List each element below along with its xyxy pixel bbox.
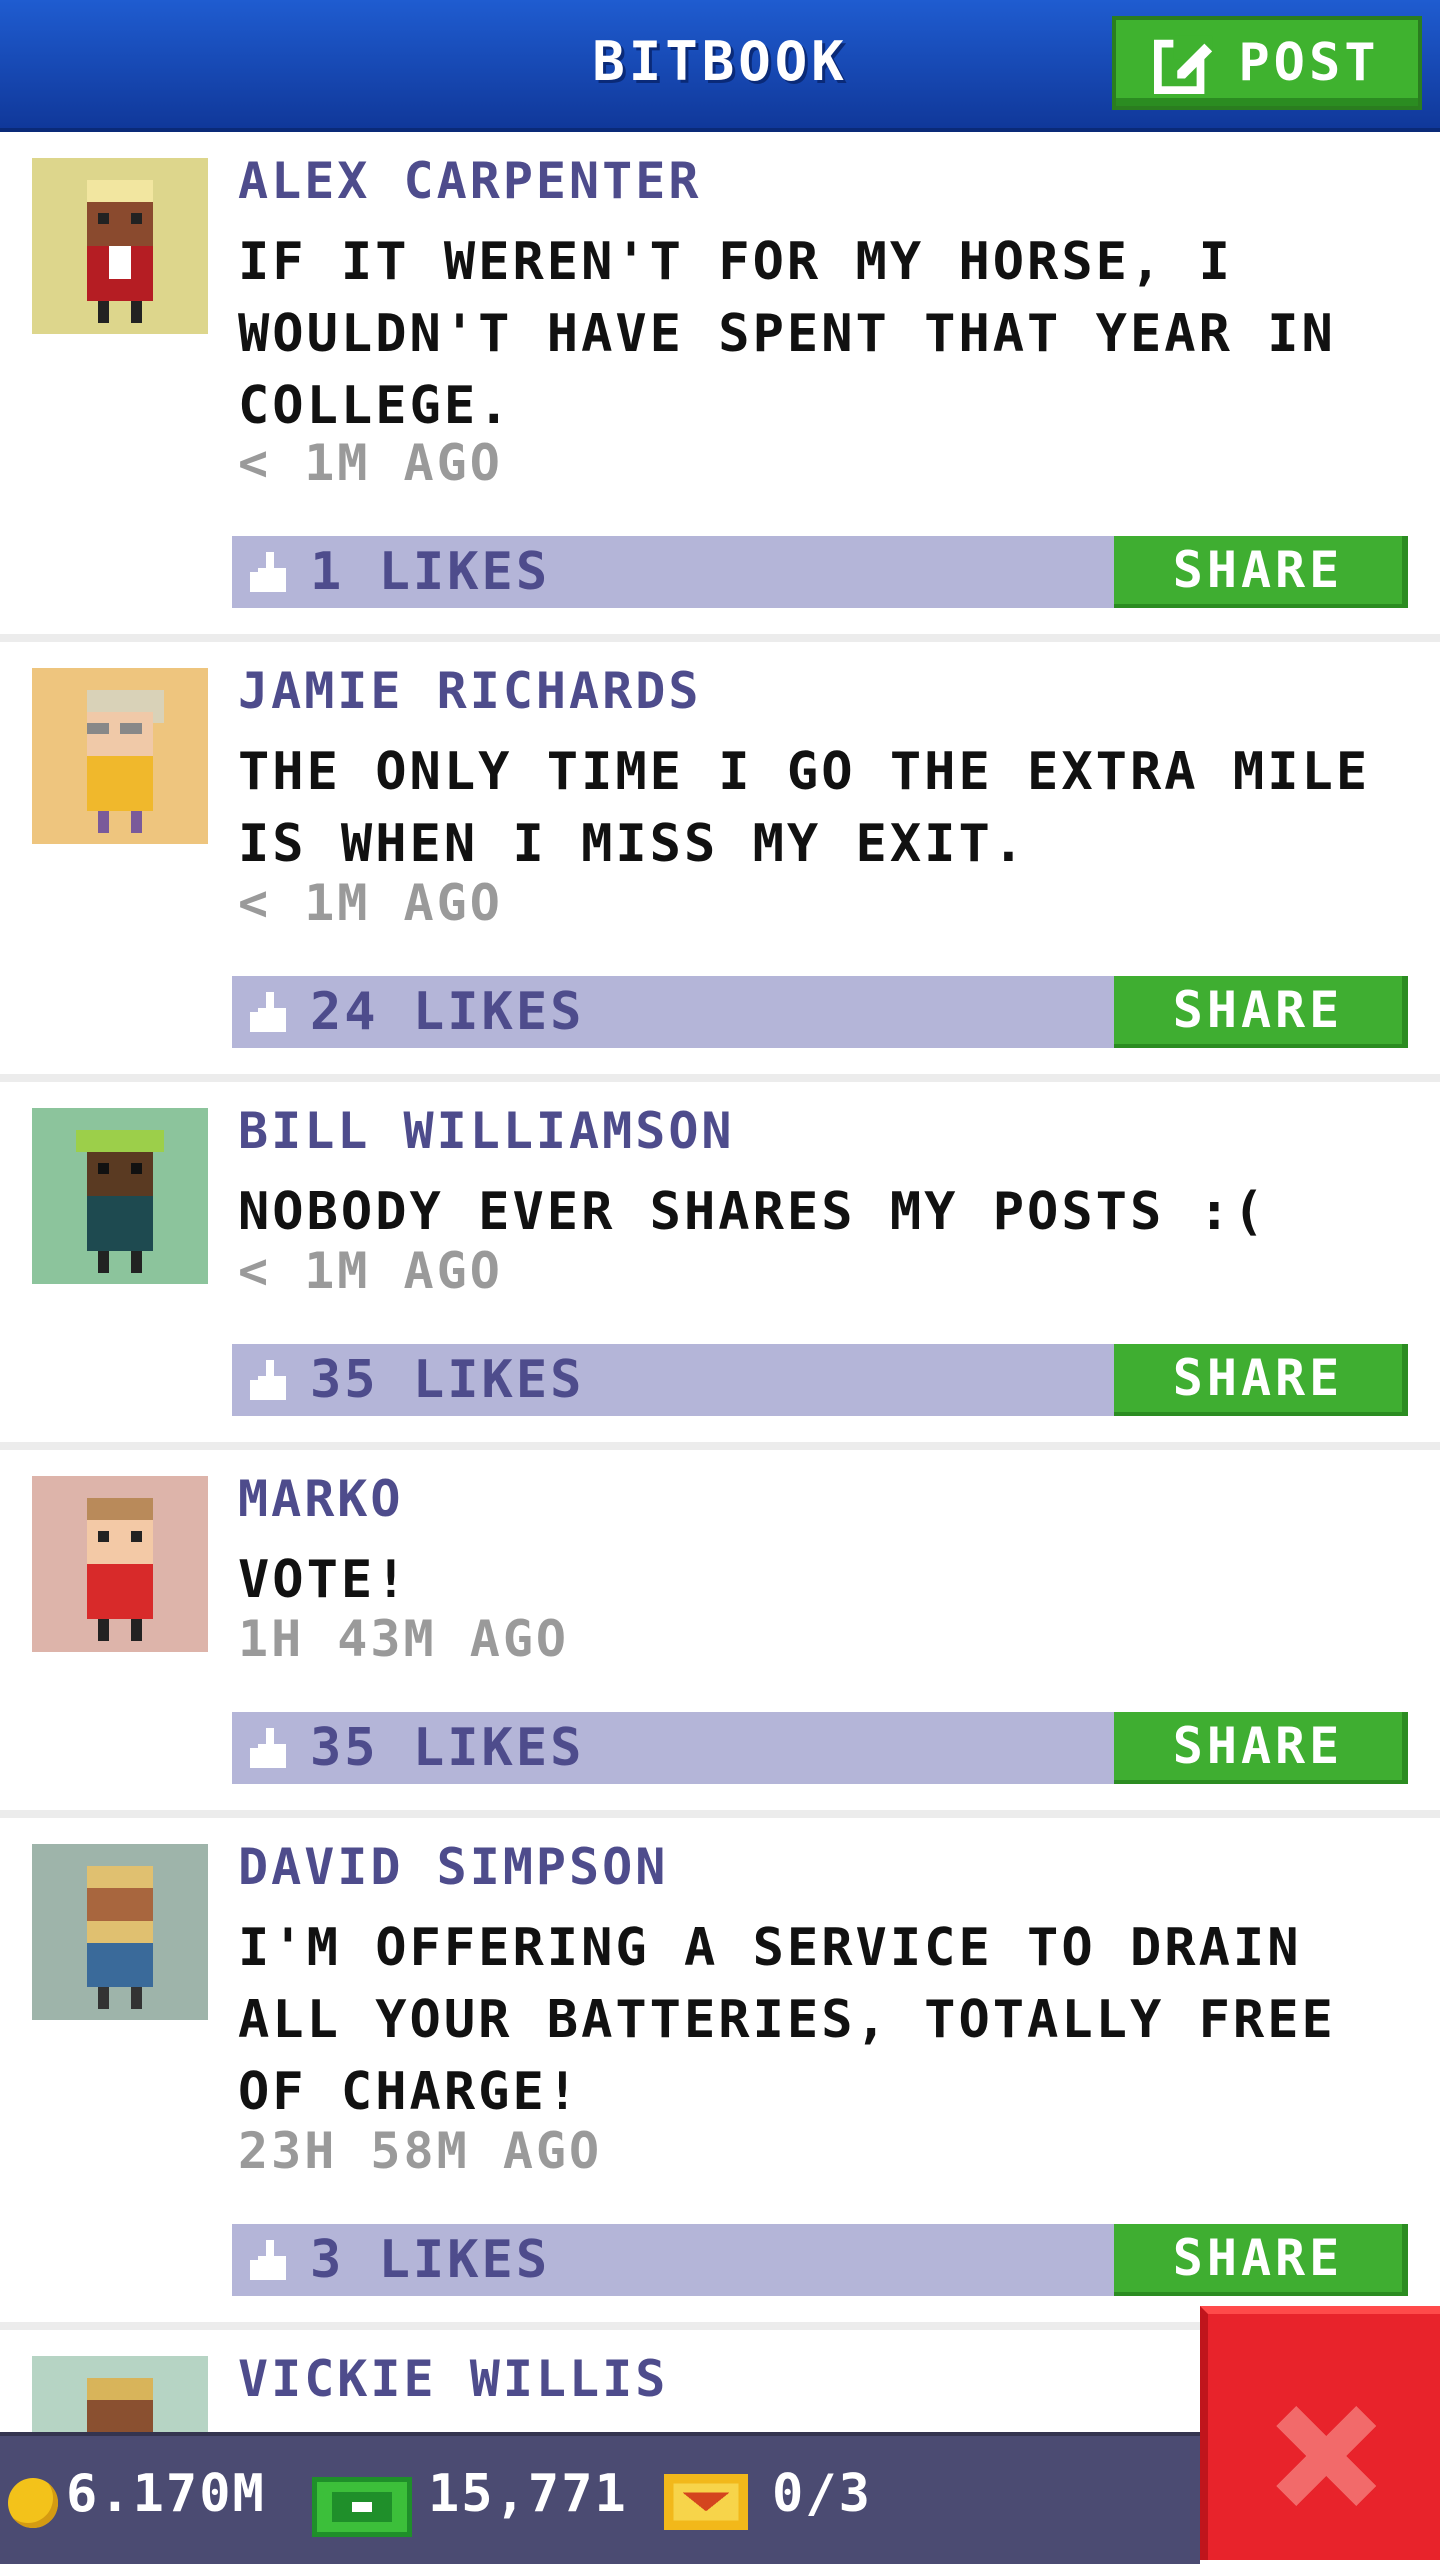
thumbs-up-icon [250,992,286,1032]
close-button[interactable] [1200,2306,1440,2560]
like-bar[interactable]: 35 LIKES SHARE [232,1344,1408,1416]
post-timestamp: 1H 43M AGO [238,1610,570,1668]
post-author[interactable]: MARKO [238,1470,404,1528]
avatar[interactable] [32,1476,208,1652]
coin-icon [8,2478,58,2528]
thumbs-up-icon [250,552,286,592]
post-timestamp: < 1M AGO [238,434,503,492]
post-timestamp: < 1M AGO [238,874,503,932]
like-count: 35 LIKES [310,1350,585,1410]
like-bar[interactable]: 3 LIKES SHARE [232,2224,1408,2296]
post-timestamp: 23H 58M AGO [238,2122,603,2180]
compose-icon [1154,35,1213,94]
post-author[interactable]: VICKIE WILLIS [238,2350,668,2408]
like-count: 3 LIKES [310,2230,551,2290]
post-timestamp: < 1M AGO [238,1242,503,1300]
post-button-label: POST [1238,33,1380,93]
like-count: 24 LIKES [310,982,585,1042]
thumbs-up-icon [250,2240,286,2280]
bux-count: 15,771 [428,2464,628,2524]
post-author[interactable]: DAVID SIMPSON [238,1838,668,1896]
avatar[interactable] [32,1108,208,1284]
share-button[interactable]: SHARE [1114,976,1408,1048]
avatar[interactable] [32,158,208,334]
post-message: I'M OFFERING A SERVICE TO DRAIN ALL YOUR… [238,1918,1336,2122]
post-message: NOBODY EVER SHARES MY POSTS :( [238,1182,1268,1242]
like-bar[interactable]: 35 LIKES SHARE [232,1712,1408,1784]
thumbs-up-icon [250,1360,286,1400]
avatar[interactable] [32,1844,208,2020]
share-button[interactable]: SHARE [1114,2224,1408,2296]
post-author[interactable]: JAMIE RICHARDS [238,662,701,720]
post-message: IF IT WEREN'T FOR MY HORSE, I WOULDN'T H… [238,232,1336,436]
post-author[interactable]: BILL WILLIAMSON [238,1102,735,1160]
like-bar[interactable]: 24 LIKES SHARE [232,976,1408,1048]
post-message: VOTE! [238,1550,410,1610]
coin-count: 6.170M [66,2464,266,2524]
app-header: BITBOOK POST [0,0,1440,132]
thumbs-up-icon [250,1728,286,1768]
ticket-icon [664,2474,748,2530]
feed-post: ALEX CARPENTER IF IT WEREN'T FOR MY HORS… [0,132,1440,642]
like-count: 35 LIKES [310,1718,585,1778]
bux-icon [312,2477,412,2537]
share-button[interactable]: SHARE [1114,536,1408,608]
share-button[interactable]: SHARE [1114,1712,1408,1784]
close-icon [1276,2406,1376,2506]
ticket-count: 0/3 [772,2464,872,2524]
avatar[interactable] [32,668,208,844]
feed-post: JAMIE RICHARDS THE ONLY TIME I GO THE EX… [0,642,1440,1082]
feed-post: BILL WILLIAMSON NOBODY EVER SHARES MY PO… [0,1082,1440,1450]
status-bar: 6.170M 15,771 0/3 [0,2432,1200,2564]
like-bar[interactable]: 1 LIKES SHARE [232,536,1408,608]
like-count: 1 LIKES [310,542,551,602]
post-author[interactable]: ALEX CARPENTER [238,152,701,210]
feed-post: MARKO VOTE! 1H 43M AGO 35 LIKES SHARE [0,1450,1440,1818]
post-message: THE ONLY TIME I GO THE EXTRA MILE IS WHE… [238,742,1371,874]
feed-post: DAVID SIMPSON I'M OFFERING A SERVICE TO … [0,1818,1440,2330]
share-button[interactable]: SHARE [1114,1344,1408,1416]
post-button[interactable]: POST [1112,16,1422,110]
